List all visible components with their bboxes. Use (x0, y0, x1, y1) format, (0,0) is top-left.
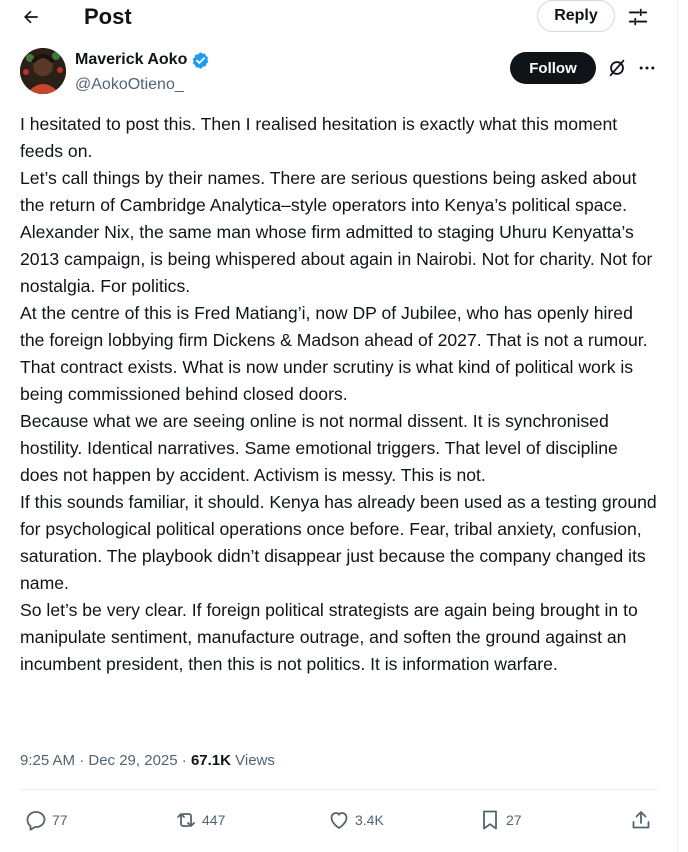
action-bar: 77 447 3.4K 27 (0, 805, 678, 835)
heart-icon (330, 812, 348, 829)
arrow-left-icon (24, 10, 38, 24)
reply-action[interactable]: 77 (24, 805, 68, 835)
sliders-icon (628, 8, 648, 26)
post-paragraph: If this sounds familiar, it should. Keny… (20, 492, 657, 593)
like-action[interactable]: 3.4K (327, 805, 384, 835)
page-title: Post (84, 4, 132, 29)
bookmark-count: 27 (506, 812, 522, 828)
post-text: I hesitated to post this. Then I realise… (20, 111, 660, 678)
divider (20, 789, 658, 790)
repost-icon (177, 813, 195, 827)
back-button[interactable] (16, 2, 46, 32)
repost-count: 447 (202, 812, 226, 828)
reply-icon (26, 811, 46, 831)
post-meta: 9:25 AM · Dec 29, 2025 · 67.1K Views (20, 751, 275, 771)
follow-button[interactable]: Follow (510, 52, 596, 84)
grok-button[interactable] (604, 55, 630, 81)
author-handle[interactable]: @AokoOtieno_ (75, 75, 184, 95)
post-paragraph: Because what we are seeing online is not… (20, 411, 618, 485)
reply-button[interactable]: Reply (537, 0, 615, 32)
bookmark-action[interactable]: 27 (478, 805, 522, 835)
filter-button[interactable] (624, 3, 652, 31)
reply-count: 77 (52, 812, 68, 828)
share-action[interactable] (629, 805, 657, 835)
verified-badge-icon (191, 51, 210, 70)
bookmark-icon (483, 810, 497, 830)
like-count: 3.4K (355, 812, 384, 828)
post-paragraph: Let’s call things by their names. There … (20, 168, 653, 296)
post-timestamp[interactable]: 9:25 AM · Dec 29, 2025 · (20, 752, 191, 769)
post-paragraph: So let’s be very clear. If foreign polit… (20, 600, 638, 674)
repost-action[interactable]: 447 (174, 805, 225, 835)
post-paragraph: At the centre of this is Fred Matiang’i,… (20, 303, 648, 404)
views-label: Views (230, 752, 275, 769)
more-dots-icon (639, 66, 655, 70)
share-icon (632, 811, 650, 829)
grok-icon (609, 59, 625, 77)
avatar[interactable] (20, 48, 66, 94)
post-paragraph: I hesitated to post this. Then I realise… (20, 114, 618, 161)
views-count: 67.1K (190, 752, 231, 769)
author-name[interactable]: Maverick Aoko (75, 50, 187, 70)
top-bar: Post Reply (0, 0, 678, 34)
more-options-button[interactable] (634, 55, 660, 81)
post-detail-column: Post Reply Maverick Aoko @AokoOtieno_ Fo… (0, 0, 678, 852)
